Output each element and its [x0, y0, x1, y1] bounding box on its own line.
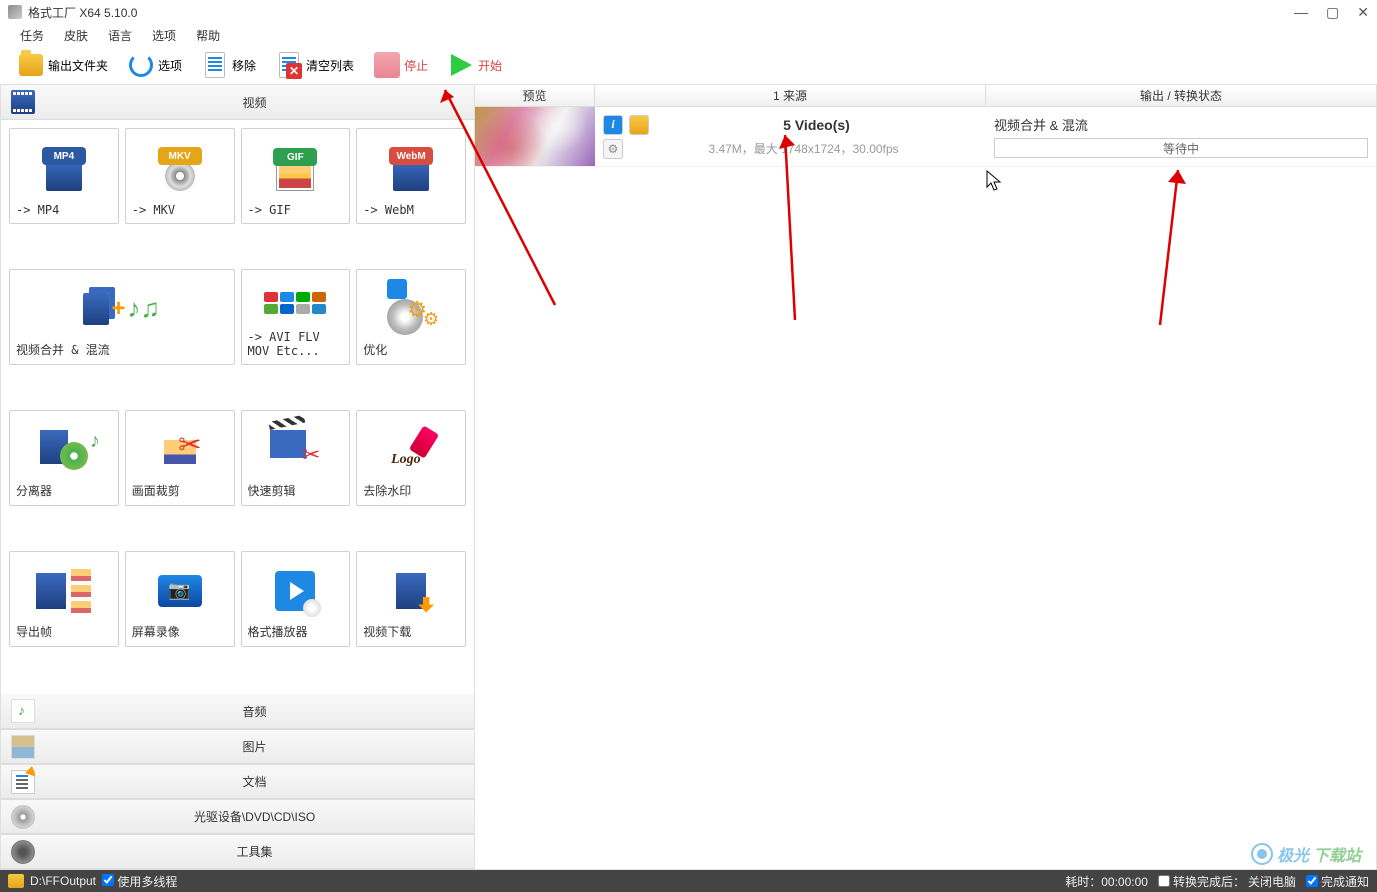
- th-source[interactable]: 1 来源: [595, 85, 986, 106]
- th-preview[interactable]: 预览: [475, 85, 595, 106]
- tile-crop[interactable]: ✂ 画面裁剪: [125, 410, 235, 506]
- stop-icon: [374, 52, 400, 78]
- tile-gif[interactable]: GIF -> GIF: [241, 128, 351, 224]
- toolbar: 输出文件夹 选项 移除 ✕ 清空列表 停止 开始: [0, 46, 1377, 84]
- info-button[interactable]: i: [603, 115, 623, 135]
- play-icon: [275, 571, 315, 611]
- film-stack-icon: [83, 293, 109, 325]
- options-button[interactable]: 选项: [120, 48, 190, 82]
- category-tools[interactable]: 工具集: [1, 834, 474, 869]
- category-image[interactable]: 图片: [1, 729, 474, 764]
- row-subtitle: 3.47M，最大 1748x1724，30.00fps: [629, 140, 978, 157]
- output-folder-button[interactable]: 输出文件夹: [10, 48, 116, 82]
- row-operation: 视频合并 & 混流: [994, 115, 1368, 134]
- maximize-button[interactable]: ▢: [1326, 4, 1339, 21]
- disc-icon: [60, 442, 88, 470]
- menu-opts[interactable]: 选项: [142, 27, 186, 44]
- app-icon: [8, 5, 22, 19]
- tile-screen-record[interactable]: 屏幕录像: [125, 551, 235, 647]
- minimize-button[interactable]: —: [1294, 4, 1308, 20]
- video-icon: [11, 90, 35, 114]
- tile-player[interactable]: 格式播放器: [241, 551, 351, 647]
- video-tiles: MP4 -> MP4 MKV -> MKV GIF -> GIF WebM ->…: [1, 120, 474, 694]
- download-icon: [396, 573, 426, 609]
- play-icon: [448, 52, 474, 78]
- tile-merge[interactable]: +♪♫ 视频合并 & 混流: [9, 269, 235, 365]
- tile-download[interactable]: 视频下载: [356, 551, 466, 647]
- tile-mkv[interactable]: MKV -> MKV: [125, 128, 235, 224]
- tile-separator[interactable]: ♪ 分离器: [9, 410, 119, 506]
- menu-task[interactable]: 任务: [10, 27, 54, 44]
- camera-icon: [158, 575, 202, 607]
- music-note-icon: ♪: [90, 430, 100, 453]
- audio-icon: [11, 699, 35, 723]
- task-list: 预览 1 来源 输出 / 转换状态 i 5 Video(s) ⚙ 3.47M，最…: [475, 84, 1377, 870]
- menu-help[interactable]: 帮助: [186, 27, 230, 44]
- music-note-icon: ♪♫: [128, 293, 161, 324]
- scissors-icon: ✂: [178, 428, 201, 461]
- multithread-checkbox[interactable]: 使用多线程: [102, 873, 177, 890]
- document-x-icon: ✕: [279, 52, 299, 78]
- film-icon: [36, 573, 66, 609]
- tile-remove-watermark[interactable]: Logo 去除水印: [356, 410, 466, 506]
- tile-webm[interactable]: WebM -> WebM: [356, 128, 466, 224]
- menu-lang[interactable]: 语言: [98, 27, 142, 44]
- tile-optimize[interactable]: 优化: [356, 269, 466, 365]
- title-bar: 格式工厂 X64 5.10.0 — ▢ ✕: [0, 0, 1377, 24]
- shield-icon: [387, 279, 407, 299]
- open-folder-button[interactable]: [629, 115, 649, 135]
- multi-format-icon: [264, 292, 326, 314]
- frames-icon: [70, 568, 92, 614]
- sidebar: 视频 MP4 -> MP4 MKV -> MKV GIF -> GIF WebM…: [0, 84, 475, 870]
- menu-bar: 任务 皮肤 语言 选项 帮助: [0, 24, 1377, 46]
- category-video[interactable]: 视频: [1, 85, 474, 120]
- remove-button[interactable]: 移除: [194, 48, 264, 82]
- table-header: 预览 1 来源 输出 / 转换状态: [475, 85, 1376, 107]
- tile-quick-edit[interactable]: ✂ 快速剪辑: [241, 410, 351, 506]
- refresh-icon: [129, 53, 153, 77]
- film-icon: [393, 161, 429, 191]
- image-icon: [11, 735, 35, 759]
- category-audio[interactable]: 音频: [1, 694, 474, 729]
- folder-icon: [19, 54, 43, 76]
- film-icon: [46, 161, 82, 191]
- logo-icon: [1251, 843, 1273, 865]
- window-title: 格式工厂 X64 5.10.0: [28, 4, 137, 21]
- category-disc[interactable]: 光驱设备\DVD\CD\ISO: [1, 799, 474, 834]
- settings-button[interactable]: ⚙: [603, 139, 623, 159]
- site-watermark: 极光下载站: [1251, 842, 1361, 866]
- tile-export-frames[interactable]: 导出帧: [9, 551, 119, 647]
- close-button[interactable]: ✕: [1357, 4, 1369, 21]
- tile-multi-format[interactable]: -> AVI FLV MOV Etc...: [241, 269, 351, 365]
- disc-icon: [11, 805, 35, 829]
- image-icon: [277, 162, 313, 190]
- output-path[interactable]: D:\FFOutput: [30, 874, 96, 888]
- gears-icon: [387, 299, 435, 339]
- th-output[interactable]: 输出 / 转换状态: [986, 85, 1376, 106]
- notify-after-checkbox[interactable]: 完成通知: [1306, 873, 1369, 890]
- stop-button[interactable]: 停止: [366, 48, 436, 82]
- document-icon: [11, 770, 35, 794]
- start-button[interactable]: 开始: [440, 48, 510, 82]
- category-document[interactable]: 文档: [1, 764, 474, 799]
- menu-skin[interactable]: 皮肤: [54, 27, 98, 44]
- tools-icon: [11, 840, 35, 864]
- status-bar: D:\FFOutput 使用多线程 耗时：00:00:00 转换完成后：关闭电脑…: [0, 870, 1377, 892]
- document-icon: [205, 52, 225, 78]
- row-status: 等待中: [994, 138, 1368, 158]
- disc-icon: [165, 161, 195, 191]
- plus-icon: +: [111, 295, 125, 323]
- tile-mp4[interactable]: MP4 -> MP4: [9, 128, 119, 224]
- scissors-icon: ✂: [302, 442, 320, 468]
- row-title: 5 Video(s): [655, 117, 978, 133]
- row-thumbnail: [475, 107, 595, 166]
- shutdown-after-checkbox[interactable]: 转换完成后：关闭电脑: [1158, 873, 1296, 890]
- folder-icon[interactable]: [8, 874, 24, 888]
- elapsed-time: 00:00:00: [1101, 875, 1148, 889]
- clear-list-button[interactable]: ✕ 清空列表: [268, 48, 362, 82]
- table-row[interactable]: i 5 Video(s) ⚙ 3.47M，最大 1748x1724，30.00f…: [475, 107, 1376, 167]
